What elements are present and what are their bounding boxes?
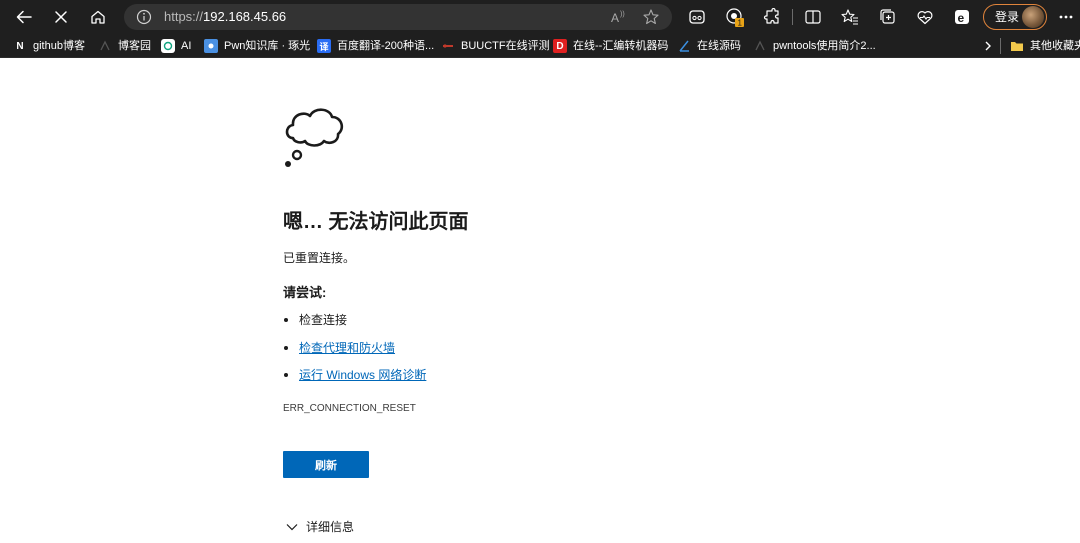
more-icon[interactable] xyxy=(1056,7,1076,27)
login-button[interactable]: 登录 xyxy=(983,4,1047,30)
toolbar-separator xyxy=(792,9,793,25)
try-heading: 请尝试: xyxy=(283,285,327,300)
info-icon[interactable] xyxy=(136,9,152,30)
bookmark-pwn-wiki[interactable]: Pwn知识库 · 琢光 xyxy=(204,38,310,54)
error-page: 嗯… 无法访问此页面 已重置连接。 请尝试: 检查连接 检查代理和防火墙 运行 … xyxy=(0,59,1080,543)
bookmark-label: 在线--汇编转机器码 xyxy=(573,40,669,52)
chevron-right-icon xyxy=(985,41,991,51)
openai-icon xyxy=(161,39,175,53)
bullet-icon xyxy=(284,318,288,322)
url-text[interactable]: https://192.168.45.66 xyxy=(164,9,286,25)
bookmark-label: 百度翻译-200种语... xyxy=(337,40,435,52)
bookmark-label: 其他收藏夹 xyxy=(1030,40,1080,52)
edge-icon[interactable]: e xyxy=(952,7,972,27)
extensions-icon[interactable] xyxy=(762,7,782,27)
bookmark-baidu-translate[interactable]: 译 百度翻译-200种语... xyxy=(317,38,434,54)
games-icon[interactable] xyxy=(687,7,707,27)
bookmark-label: 博客园 xyxy=(118,40,151,52)
details-toggle[interactable]: 详细信息 xyxy=(286,519,354,535)
browser-essentials-icon[interactable] xyxy=(915,7,935,27)
online-source-icon xyxy=(677,39,691,53)
avatar xyxy=(1022,6,1044,28)
address-bar[interactable]: https://192.168.45.66 A)) xyxy=(124,4,672,30)
collections-icon[interactable] xyxy=(878,7,898,27)
asm-converter-icon: D xyxy=(553,39,567,53)
folder-icon xyxy=(1010,39,1024,53)
extension-badge-count: 1 xyxy=(738,19,743,28)
bookmark-label: github博客 xyxy=(33,40,85,52)
chevron-down-icon xyxy=(286,524,298,531)
buuctf-icon xyxy=(441,39,455,53)
url-host: 192.168.45.66 xyxy=(203,9,287,24)
bookmark-label: pwntools使用简介2... xyxy=(773,40,876,52)
favorites-icon[interactable] xyxy=(840,7,860,27)
details-label: 详细信息 xyxy=(306,520,355,534)
refresh-button[interactable]: 刷新 xyxy=(283,451,369,478)
back-button[interactable] xyxy=(11,4,37,30)
home-button[interactable] xyxy=(85,4,111,30)
bookmark-online-source[interactable]: 在线源码 xyxy=(677,38,741,54)
url-scheme: https:// xyxy=(164,9,204,24)
bookmark-buuctf[interactable]: BUUCTF在线评测 xyxy=(441,38,550,54)
suggestion-item: 运行 Windows 网络诊断 xyxy=(283,366,426,384)
pwn-wiki-icon xyxy=(204,39,218,53)
bookmark-label: Pwn知识库 · 琢光 xyxy=(224,40,311,52)
error-code: ERR_CONNECTION_RESET xyxy=(283,403,416,414)
bullet-icon xyxy=(284,373,288,377)
favorite-star-icon[interactable] xyxy=(642,8,660,31)
pwntools-icon xyxy=(753,39,767,53)
bookmark-pwntools[interactable]: pwntools使用简介2... xyxy=(753,38,876,54)
bookmark-ai[interactable]: AI xyxy=(161,38,191,54)
suggestion-item: 检查代理和防火墙 xyxy=(283,339,395,357)
suggestion-check-connection: 检查连接 xyxy=(299,313,348,327)
read-aloud-icon[interactable]: A)) xyxy=(610,9,628,30)
cloud-icon xyxy=(285,108,344,167)
split-screen-icon[interactable] xyxy=(803,7,823,27)
cnblogs-icon xyxy=(98,39,112,53)
home-icon xyxy=(91,10,105,24)
bookmark-other-favorites[interactable]: 其他收藏夹 xyxy=(1010,38,1080,54)
back-icon xyxy=(16,10,32,24)
extension-badge-icon[interactable]: 1 xyxy=(725,7,745,27)
svg-text:e: e xyxy=(958,11,965,25)
bookmark-asm-converter[interactable]: D 在线--汇编转机器码 xyxy=(553,38,668,54)
bookmark-label: 在线源码 xyxy=(697,40,741,52)
bookmark-label: BUUCTF在线评测 xyxy=(461,40,550,52)
bookmark-label: AI xyxy=(181,40,192,52)
error-subtitle: 已重置连接。 xyxy=(283,251,356,265)
suggestion-proxy-firewall-link[interactable]: 检查代理和防火墙 xyxy=(299,340,395,356)
browser-toolbar: https://192.168.45.66 A)) 1 e 登录 xyxy=(0,0,1080,34)
stop-button[interactable] xyxy=(48,4,74,30)
bookmarks-separator xyxy=(1000,38,1001,54)
svg-text:)): )) xyxy=(620,11,625,18)
svg-text:A: A xyxy=(611,11,619,25)
baidu-translate-icon: 译 xyxy=(317,39,331,53)
bookmark-cnblogs[interactable]: 博客园 xyxy=(98,38,151,54)
bookmarks-overflow-button[interactable] xyxy=(983,38,993,54)
suggestion-network-diagnostics-link[interactable]: 运行 Windows 网络诊断 xyxy=(299,367,426,383)
stop-icon xyxy=(55,11,67,23)
bookmark-github-blog[interactable]: N github博客 xyxy=(13,38,85,54)
notion-icon: N xyxy=(16,40,24,52)
suggestion-item: 检查连接 xyxy=(283,311,347,329)
login-label: 登录 xyxy=(995,10,1020,24)
bookmarks-bar: N github博客 博客园 AI Pwn知识库 · 琢光 译 百度翻译-200… xyxy=(0,34,1080,58)
page-title: 嗯… 无法访问此页面 xyxy=(283,211,469,233)
bullet-icon xyxy=(284,346,288,350)
